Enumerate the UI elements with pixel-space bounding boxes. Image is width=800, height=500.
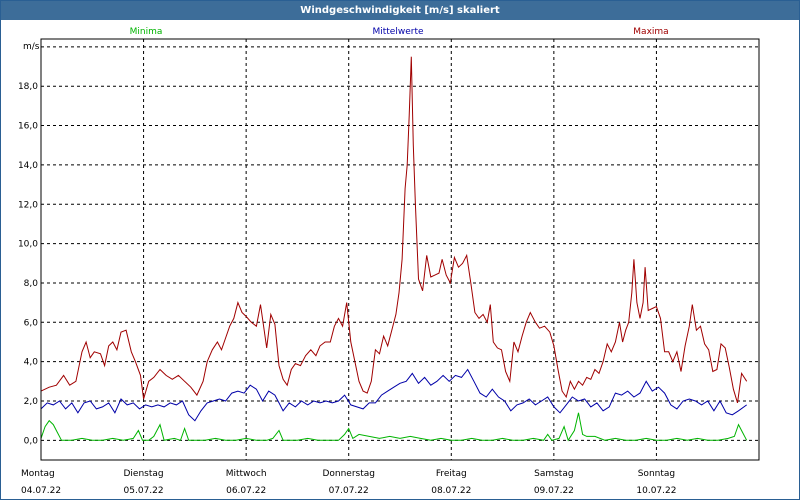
y-tick-label: 10,0 [18,240,38,250]
x-tick-labels: Montag 04.07.22 Dienstag 05.07.22 Mittwoch 06… [21,469,676,496]
x-tick-date: 05.07.22 [124,486,164,496]
x-tick-date: 08.07.22 [431,486,471,496]
y-tick-label: 2,0 [24,397,39,407]
series-line-maxima [40,56,748,404]
y-tick-label: 16,0 [18,122,38,132]
x-tick-weekday: Montag [21,469,55,479]
series-lines [40,56,748,442]
x-tick-date: 06.07.22 [226,486,266,496]
y-tick-label: 18,0 [18,82,38,92]
x-tick-weekday: Donnerstag [322,469,375,479]
series-line-minima [40,412,748,442]
y-tick-label: 4,0 [24,358,39,368]
x-tick-weekday: Mittwoch [226,469,267,479]
x-tick-date: 10.07.22 [636,486,676,496]
y-axis-unit-label: m/s [23,42,40,52]
x-tick-weekday: Dienstag [124,469,164,479]
y-tick-labels: 0,0 2,0 4,0 6,0 8,0 10,0 12,0 14,0 16,0 18,0 [18,82,38,446]
series-line-mittelwerte [40,368,747,422]
legend-maxima: Maxima [633,27,668,37]
legend-minima: Minima [130,27,163,37]
x-tick-weekday: Freitag [436,469,467,479]
grid-lines [41,39,759,460]
x-tick-date: 04.07.22 [21,486,61,496]
wind-speed-chart: m/s Minima Mittelwerte Maxima 0,0 2,0 4,0 6… [18,27,760,496]
x-tick-weekday: Sonntag [638,469,675,479]
x-tick-weekday: Samstag [534,469,573,479]
chart-window: Windgeschwindigkeit [m/s] skaliert m/s M… [0,0,800,500]
x-tick-date: 09.07.22 [534,486,574,496]
y-tick-label: 8,0 [24,279,39,289]
plot-frame [40,38,760,461]
x-tick-date: 07.07.22 [329,486,369,496]
y-tick-label: 6,0 [24,318,39,328]
y-tick-label: 14,0 [18,161,38,171]
y-tick-label: 0,0 [24,436,39,446]
y-tick-label: 12,0 [18,200,38,210]
legend-mittelwerte: Mittelwerte [372,27,423,37]
